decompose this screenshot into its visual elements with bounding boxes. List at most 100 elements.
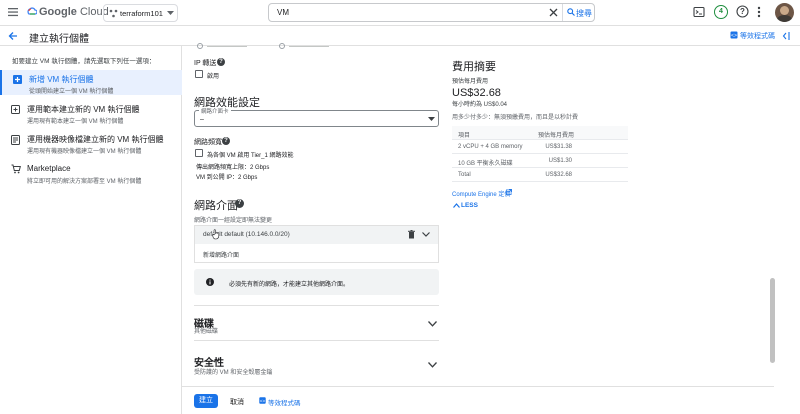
brand-google: Google: [39, 6, 77, 18]
table-row: Total US$32.68: [452, 168, 628, 182]
back-arrow-icon[interactable]: [8, 31, 18, 41]
usage-note: 用多少付多少：無須預繳費用，而且是以秒計費: [452, 115, 579, 121]
network-bandwidth-label: 網路頻寬: [194, 139, 222, 146]
security-section[interactable]: 安全性 受防護的 VM 和安全殼層金鑰: [194, 345, 439, 381]
help-icon[interactable]: ?: [235, 199, 244, 208]
vm-to-external-bandwidth: VM 到公開 IP：2 Gbps: [196, 175, 258, 181]
code-icon[interactable]: <>: [730, 31, 738, 39]
sidebar-item-title: 運用範本建立新的 VM 執行個體: [27, 105, 140, 114]
sidebar-item-subtitle: 運用現有範本建立一個 VM 執行個體: [27, 119, 124, 125]
cost-table-header: 項目 預估每月費用: [452, 126, 628, 140]
chevron-down-icon[interactable]: [428, 321, 437, 327]
ip-forwarding-checkbox[interactable]: [195, 70, 203, 78]
pricing-link[interactable]: Compute Engine 定價: [452, 189, 510, 198]
table-cell: 2 vCPU + 4 GB memory: [458, 144, 523, 150]
network-interface-row[interactable]: default default (10.146.0.0/20): [195, 226, 438, 244]
sidebar-instruction: 如要建立 VM 執行個體，請先選取下列任一選項：: [12, 58, 156, 65]
truncated-previous-section: [194, 43, 440, 50]
egress-bandwidth: 傳出網路頻寬上限：2 Gbps: [196, 165, 270, 171]
clear-search-icon[interactable]: [549, 8, 558, 17]
sidebar-item-new-vm[interactable]: 新增 VM 執行個體 從頭開始建立一個 VM 執行個體: [0, 70, 182, 95]
sidebar-item-from-template[interactable]: 運用範本建立新的 VM 執行個體 運用現有範本建立一個 VM 執行個體: [0, 100, 182, 125]
search-button[interactable]: 搜尋: [576, 8, 592, 19]
chevron-up-icon[interactable]: [453, 203, 460, 208]
cancel-button[interactable]: 取消: [230, 397, 244, 407]
table-cell: 10 GB 平衡永久磁碟: [458, 161, 513, 167]
monthly-cost: US$32.68: [452, 87, 501, 99]
equivalent-code-link[interactable]: 等效程式碼: [740, 31, 775, 41]
column-header: 項目: [458, 133, 471, 139]
search-bar[interactable]: VM 搜尋: [268, 3, 595, 22]
help-icon[interactable]: ?: [222, 137, 230, 145]
project-picker[interactable]: terraform101: [103, 4, 178, 22]
disks-section[interactable]: 磁碟 其他磁碟: [194, 305, 439, 341]
network-interface-card-select[interactable]: 網路介面卡 –: [194, 107, 439, 127]
search-icon[interactable]: [567, 8, 575, 16]
chevron-down-icon: [167, 11, 174, 16]
code-icon[interactable]: <>: [259, 397, 266, 404]
search-divider: [562, 4, 563, 21]
sidebar-item-subtitle: 從頭開始建立一個 VM 執行個體: [29, 89, 114, 95]
network-interface-list: default default (10.146.0.0/20) 新增網路介面: [194, 225, 439, 263]
table-row: 2 vCPU + 4 GB memory US$31.38: [452, 140, 628, 154]
page-title: 建立執行個體: [29, 34, 89, 45]
hourly-cost: 每小時約為 US$0.04: [452, 102, 508, 108]
sidebar-item-title: 運用機器映像檔建立新的 VM 執行個體: [27, 135, 164, 144]
chevron-down-icon[interactable]: [428, 362, 437, 368]
brand-name: Google Cloud: [39, 6, 109, 18]
template-icon: [11, 105, 20, 114]
add-box-icon: [13, 75, 22, 84]
action-bar: 建立 取消 <> 等效程式碼: [182, 386, 774, 414]
table-cell: US$1.30: [548, 158, 572, 164]
tier1-checkbox[interactable]: [195, 149, 203, 157]
cloud-shell-icon[interactable]: [693, 6, 705, 18]
avatar[interactable]: [775, 3, 794, 22]
column-header: 預估每月費用: [538, 133, 575, 139]
info-banner: 必須先有新的網路，才能建立其他網路介面。: [194, 269, 439, 295]
scrollbar-thumb[interactable]: [770, 278, 775, 363]
sidebar-item-subtitle: 運用現有機器映像檔建立一個 VM 執行個體: [27, 149, 142, 155]
google-cloud-logo[interactable]: [27, 7, 37, 17]
top-bar: Google Cloud terraform101 VM 搜尋 4 ?: [0, 0, 800, 26]
sidebar-item-from-machine-image[interactable]: 運用機器映像檔建立新的 VM 執行個體 運用現有機器映像檔建立一個 VM 執行個…: [0, 130, 182, 155]
svg-text:?: ?: [740, 7, 745, 16]
security-subtitle: 受防護的 VM 和安全殼層金鑰: [194, 370, 273, 376]
collapse-panel-icon[interactable]: [782, 31, 792, 41]
search-input[interactable]: VM: [277, 8, 289, 17]
sidebar-item-title: 新增 VM 執行個體: [29, 75, 94, 84]
equivalent-code-button[interactable]: 等效程式碼: [268, 397, 301, 407]
help-icon[interactable]: ?: [217, 58, 225, 66]
table-row: 10 GB 平衡永久磁碟 US$1.30: [452, 154, 628, 168]
network-interfaces-heading: 網路介面: [194, 200, 238, 212]
info-icon: [206, 278, 214, 286]
mouse-cursor-icon: [212, 229, 221, 240]
sidebar-item-marketplace[interactable]: Marketplace 將立即可用的解決方案部署至 VM 執行個體: [0, 160, 182, 185]
table-cell: Total: [458, 172, 471, 178]
network-interfaces-help-text: 網路介面一經設定即無法變更: [194, 218, 273, 224]
main-menu-icon[interactable]: [7, 6, 19, 18]
table-cell: US$31.38: [545, 144, 572, 150]
create-button[interactable]: 建立: [194, 394, 218, 408]
notification-count-badge[interactable]: 4: [714, 5, 728, 19]
sidebar-item-title: Marketplace: [27, 164, 71, 173]
table-cell: US$32.68: [545, 172, 572, 178]
machine-image-icon: [11, 135, 20, 145]
chevron-down-icon[interactable]: [422, 232, 430, 237]
more-vert-icon[interactable]: [757, 6, 761, 18]
svg-text:<>: <>: [731, 33, 737, 39]
disks-subtitle: 其他磁碟: [194, 329, 219, 335]
open-in-new-icon[interactable]: [506, 189, 512, 195]
help-icon[interactable]: ?: [736, 5, 749, 18]
tier1-checkbox-label: 為各個 VM 啟用 Tier_1 網路效能: [207, 153, 294, 159]
ip-forwarding-checkbox-label: 啟用: [207, 74, 220, 80]
network-interface-card-label: 網路介面卡: [199, 107, 231, 115]
dropdown-arrow-icon: [428, 117, 435, 122]
delete-icon[interactable]: [408, 230, 415, 239]
sidebar: 如要建立 VM 執行個體，請先選取下列任一選項： 新增 VM 執行個體 從頭開始…: [0, 46, 182, 414]
less-toggle[interactable]: LESS: [461, 202, 478, 209]
svg-text:<>: <>: [260, 398, 266, 404]
add-network-interface-button[interactable]: 新增網路介面: [203, 250, 239, 259]
network-interface-card-value: –: [200, 116, 204, 123]
monthly-estimate-label: 預估每月費用: [452, 79, 489, 85]
info-message: 必須先有新的網路，才能建立其他網路介面。: [229, 282, 350, 288]
